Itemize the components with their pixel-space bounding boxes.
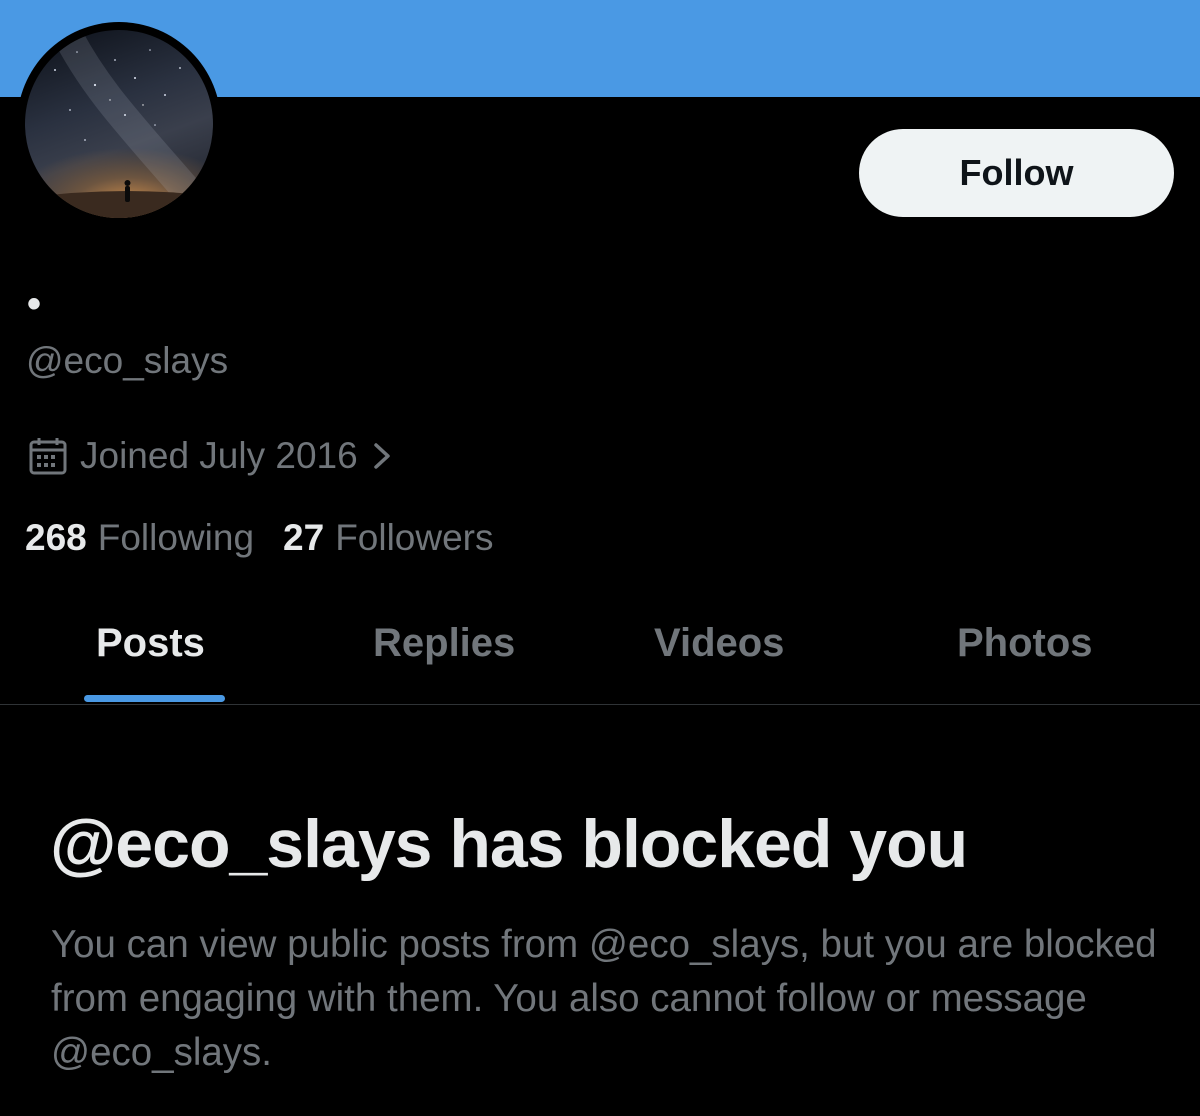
following-count: 268 [25,517,87,558]
active-tab-indicator [84,695,225,702]
tabs-divider [0,704,1200,705]
joined-date-text: Joined July 2016 [80,435,358,476]
joined-date-row[interactable]: Joined July 2016 [28,432,396,480]
profile-handle: @eco_slays [26,340,229,381]
avatar-image [25,30,213,218]
blocked-message: You can view public posts from @eco_slay… [51,923,1157,1074]
followers-count: 27 [283,517,325,558]
following-label: Following [97,517,255,558]
tab-posts[interactable]: Posts [96,618,205,668]
follow-button[interactable]: Follow [859,129,1174,217]
tab-photos[interactable]: Photos [957,618,1093,668]
followers-stat[interactable]: 27 Followers [283,517,493,559]
following-stat[interactable]: 268 Following [25,517,254,559]
calendar-icon [29,438,67,475]
tab-replies[interactable]: Replies [373,618,515,668]
profile-page: Follow • @eco_slays Joined July 2016 268… [0,0,1200,1116]
tab-videos[interactable]: Videos [654,618,784,668]
follow-stats: 268 Following 27 Followers [25,514,494,562]
avatar[interactable] [17,22,221,226]
display-name: • [27,282,42,326]
profile-tabs: Posts Replies Videos Photos [0,600,1200,704]
chevron-right-icon [373,443,390,469]
followers-label: Followers [335,517,494,558]
blocked-title: @eco_slays has blocked you [50,806,968,882]
